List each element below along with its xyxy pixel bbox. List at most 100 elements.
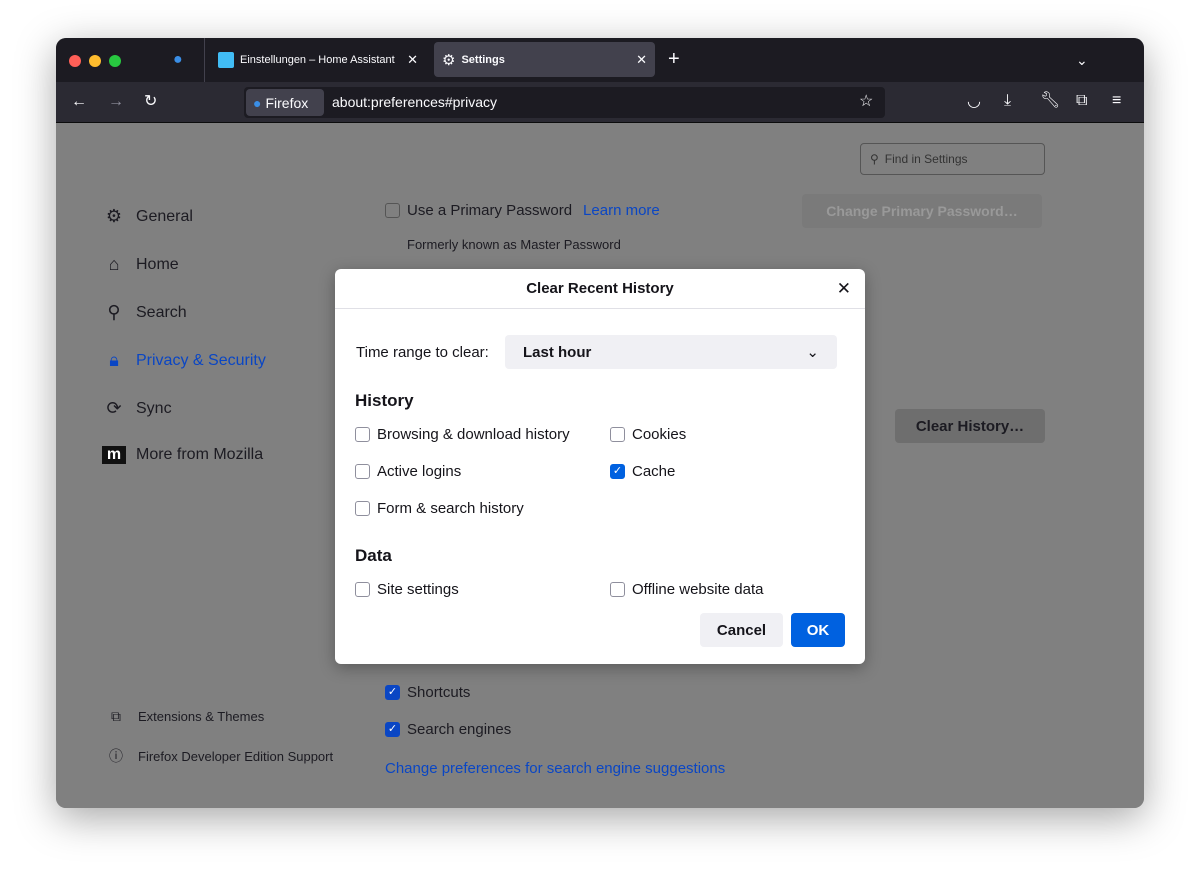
home-icon: ⌂ [108, 254, 120, 274]
identity-box[interactable]: ● Firefox [246, 89, 324, 116]
lock-icon: 🔒︎ [109, 350, 119, 370]
pocket-icon[interactable]: ◡ [967, 94, 981, 110]
label: Shortcuts [407, 684, 471, 701]
help-icon: ⓘ [109, 748, 123, 764]
extensions-themes-link[interactable]: ⧉ Extensions & Themes [104, 708, 264, 725]
gear-icon: ⚙ [105, 206, 123, 226]
search-engines-checkbox[interactable]: ✓ Search engines [385, 721, 511, 738]
time-range-select[interactable]: Last hour ⌄ [505, 335, 837, 369]
sidebar-item-home[interactable]: ⌂ Home [102, 254, 179, 275]
minimize-window-button[interactable] [89, 55, 101, 67]
extensions-icon[interactable]: ⧉ [1076, 93, 1087, 109]
history-heading: History [355, 391, 414, 410]
tab-home-assistant[interactable]: Einstellungen – Home Assistant ✕ [210, 42, 426, 77]
tab-label: Einstellungen – Home Assistant [240, 53, 395, 66]
data-heading: Data [355, 546, 392, 565]
sidebar-item-mozilla[interactable]: m More from Mozilla [102, 446, 263, 464]
primary-password-checkbox[interactable]: Use a Primary Password Learn more [385, 202, 660, 219]
gear-icon: ⚙ [442, 51, 456, 69]
time-range-label: Time range to clear: [356, 344, 489, 361]
active-logins-checkbox[interactable]: Active logins [355, 463, 461, 480]
checkbox[interactable] [355, 582, 370, 597]
list-tabs-chevron-down-icon[interactable]: ⌄ [1076, 52, 1088, 68]
firefox-view-icon[interactable]: ● [173, 52, 183, 68]
url-input[interactable]: about:preferences#privacy [332, 94, 497, 110]
reload-icon[interactable]: ↻ [144, 94, 157, 110]
close-tab-icon[interactable]: ✕ [636, 52, 647, 68]
tab-settings[interactable]: ⚙ Settings ✕ [434, 42, 655, 77]
sync-icon: ⟳ [106, 398, 122, 418]
sidebar-item-search[interactable]: ⚲ Search [102, 302, 187, 323]
site-settings-checkbox[interactable]: Site settings [355, 581, 459, 598]
search-icon: ⚲ [870, 152, 879, 166]
browsing-history-checkbox[interactable]: Browsing & download history [355, 426, 570, 443]
checkbox[interactable]: ✓ [385, 685, 400, 700]
search-placeholder: Find in Settings [884, 152, 968, 166]
menu-icon[interactable]: ≡ [1112, 93, 1121, 109]
checkbox[interactable] [355, 464, 370, 479]
close-window-button[interactable] [69, 55, 81, 67]
offline-data-checkbox[interactable]: Offline website data [610, 581, 763, 598]
clear-history-dialog: Clear Recent History ✕ Time range to cle… [335, 269, 865, 664]
home-assistant-icon [218, 51, 234, 68]
mozilla-icon: m [102, 446, 126, 464]
checkbox[interactable] [355, 501, 370, 516]
sidebar-item-privacy[interactable]: 🔒︎ Privacy & Security [102, 350, 266, 371]
label: Site settings [377, 581, 459, 598]
cache-checkbox[interactable]: ✓ Cache [610, 463, 675, 480]
label: Browsing & download history [377, 426, 570, 443]
primary-password-note: Formerly known as Master Password [407, 237, 621, 252]
search-icon: ⚲ [107, 302, 121, 322]
ok-button[interactable]: OK [791, 613, 845, 647]
form-history-checkbox[interactable]: Form & search history [355, 500, 524, 517]
cancel-button[interactable]: Cancel [700, 613, 783, 647]
label: Cache [632, 463, 676, 480]
find-in-settings-input[interactable]: ⚲ Find in Settings [860, 143, 1045, 175]
search-suggestions-link[interactable]: Change preferences for search engine sug… [385, 760, 725, 777]
zoom-window-button[interactable] [109, 55, 121, 67]
nav-bar: ← → ↻ ● Firefox about:preferences#privacy… [56, 82, 1144, 123]
sidebar-item-general[interactable]: ⚙ General [102, 206, 193, 227]
close-tab-icon[interactable]: ✕ [407, 52, 418, 68]
url-bar[interactable]: ● Firefox about:preferences#privacy ☆ [244, 87, 885, 118]
new-tab-icon[interactable]: + [668, 49, 680, 69]
downloads-icon[interactable]: ⤓ [1004, 93, 1011, 109]
support-link[interactable]: ⓘ Firefox Developer Edition Support [104, 746, 333, 766]
tab-strip: ● Einstellungen – Home Assistant ✕ ⚙ Set… [56, 38, 1144, 82]
footer-label: Firefox Developer Edition Support [138, 748, 334, 764]
sidebar-item-sync[interactable]: ⟳ Sync [102, 398, 172, 419]
label: Cookies [632, 426, 687, 443]
dialog-title: Clear Recent History [335, 269, 865, 309]
extensions-icon: ⧉ [111, 708, 121, 724]
back-icon[interactable]: ← [71, 94, 87, 110]
sidebar-label: Privacy & Security [136, 351, 266, 369]
tab-label: Settings [461, 53, 505, 66]
chevron-down-icon: ⌄ [806, 344, 819, 361]
checkbox[interactable] [385, 203, 400, 218]
label: Active logins [377, 463, 462, 480]
checkbox[interactable]: ✓ [610, 464, 625, 479]
change-primary-password-button[interactable]: Change Primary Password… [802, 194, 1042, 228]
footer-label: Extensions & Themes [138, 709, 265, 724]
sidebar-label: Sync [136, 399, 172, 417]
wrench-icon[interactable]: 🔧︎ [1040, 93, 1060, 109]
sidebar-label: More from Mozilla [136, 446, 264, 463]
checkbox[interactable]: ✓ [385, 722, 400, 737]
label: Search engines [407, 721, 512, 738]
close-icon[interactable]: ✕ [837, 279, 851, 299]
select-value: Last hour [523, 343, 592, 361]
sidebar-label: General [136, 207, 193, 225]
identity-label: Firefox [265, 94, 309, 111]
clear-history-button[interactable]: Clear History… [895, 409, 1045, 443]
bookmark-star-icon[interactable]: ☆ [859, 94, 873, 110]
shortcuts-checkbox[interactable]: ✓ Shortcuts [385, 684, 470, 701]
checkbox[interactable] [610, 582, 625, 597]
forward-icon[interactable]: → [108, 94, 124, 110]
cookies-checkbox[interactable]: Cookies [610, 426, 686, 443]
label: Offline website data [632, 581, 764, 598]
sidebar-label: Search [136, 303, 187, 321]
checkbox[interactable] [355, 427, 370, 442]
checkbox[interactable] [610, 427, 625, 442]
learn-more-link[interactable]: Learn more [583, 202, 660, 219]
sidebar-label: Home [136, 255, 179, 273]
